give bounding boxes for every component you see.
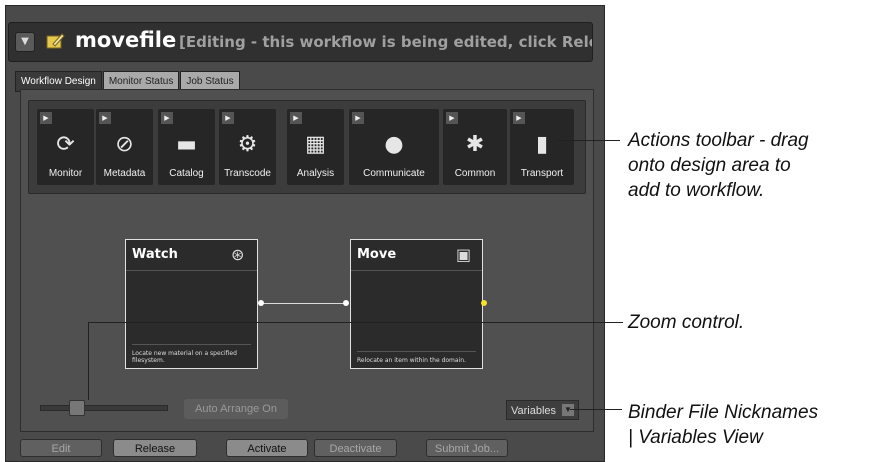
speech-bubble-icon: ● bbox=[384, 132, 404, 157]
action-transcode[interactable]: ▶ ⚙ Transcode bbox=[219, 109, 276, 185]
document-icon: ▮ bbox=[535, 132, 549, 157]
workflow-edit-status: [Editing - this workflow is being edited… bbox=[179, 33, 592, 51]
bottom-action-bar: Edit Release Activate Deactivate Submit … bbox=[8, 436, 600, 458]
callout-text-line: | Variables View bbox=[628, 427, 763, 448]
watch-node[interactable]: Watch ⊛ Locate new material on a specifi… bbox=[125, 239, 258, 369]
callout-text-line: Zoom control. bbox=[628, 312, 745, 333]
callout-text-line: onto design area to bbox=[628, 155, 791, 176]
move-node[interactable]: Move ▣ Relocate an item within the domai… bbox=[350, 239, 483, 369]
zoom-slider-track[interactable] bbox=[40, 405, 168, 411]
workflow-menu-button[interactable]: ▼ bbox=[15, 32, 35, 52]
watch-play-icon: ⊛ bbox=[231, 245, 245, 264]
action-monitor[interactable]: ▶ ⟳ Monitor bbox=[37, 109, 94, 185]
variables-dropdown[interactable]: Variables ▼ bbox=[506, 400, 579, 420]
action-label: Communicate bbox=[363, 168, 425, 179]
workflow-name: movefile bbox=[75, 28, 177, 52]
expand-arrow-icon[interactable]: ▶ bbox=[161, 112, 173, 124]
action-label: Analysis bbox=[296, 168, 335, 179]
submit-job-button[interactable]: Submit Job... bbox=[426, 439, 508, 457]
action-label: Transport bbox=[520, 168, 564, 179]
chevron-down-icon[interactable]: ▼ bbox=[562, 404, 574, 416]
expand-arrow-icon[interactable]: ▶ bbox=[446, 112, 458, 124]
action-communicate[interactable]: ▶ ● Communicate bbox=[349, 109, 439, 185]
activate-button[interactable]: Activate bbox=[226, 439, 308, 457]
expand-arrow-icon[interactable]: ▶ bbox=[99, 112, 111, 124]
callout-text-line: add to workflow. bbox=[628, 180, 765, 201]
action-catalog[interactable]: ▶ ▬ Catalog bbox=[158, 109, 215, 185]
expand-arrow-icon[interactable]: ▶ bbox=[40, 112, 52, 124]
node-title: Watch bbox=[132, 247, 178, 262]
actions-toolbar: ▶ ⟳ Monitor ▶ ⊘ Metadata ▶ ▬ Catalog ▶ ⚙… bbox=[28, 100, 586, 194]
action-label: Transcode bbox=[224, 168, 271, 179]
auto-arrange-button[interactable]: Auto Arrange On bbox=[184, 399, 288, 419]
node-title: Move bbox=[357, 247, 397, 262]
binder-callout-line bbox=[570, 409, 622, 410]
action-label: Metadata bbox=[103, 168, 146, 179]
folder-icon: ▬ bbox=[176, 132, 197, 157]
action-label: Catalog bbox=[169, 168, 204, 179]
node-connector-line bbox=[261, 303, 345, 304]
binder-callout: Binder File Nicknames | Variables View bbox=[628, 400, 818, 450]
variables-label: Variables bbox=[511, 405, 557, 417]
zoom-callout-line-vertical bbox=[88, 322, 89, 400]
move-document-icon: ▣ bbox=[456, 245, 472, 264]
refresh-icon: ⟳ bbox=[56, 132, 75, 157]
action-label: Monitor bbox=[48, 168, 83, 179]
zoom-slider-thumb[interactable] bbox=[69, 400, 85, 416]
callout-text-line: Binder File Nicknames bbox=[628, 402, 819, 423]
callout-text-line: Actions toolbar - drag bbox=[628, 130, 809, 151]
node-description: Locate new material on a specified files… bbox=[132, 344, 251, 364]
action-analysis[interactable]: ▶ ▦ Analysis bbox=[287, 109, 344, 185]
action-label: Common bbox=[454, 168, 496, 179]
tab-bar: Workflow Design Monitor Status Job Status bbox=[15, 69, 241, 92]
puzzle-icon: ✱ bbox=[465, 132, 485, 157]
action-metadata[interactable]: ▶ ⊘ Metadata bbox=[96, 109, 153, 185]
node-description: Relocate an item within the domain. bbox=[357, 351, 476, 364]
expand-arrow-icon[interactable]: ▶ bbox=[513, 112, 525, 124]
edit-button[interactable]: Edit bbox=[20, 439, 102, 457]
move-input-port[interactable] bbox=[343, 300, 349, 306]
move-output-port[interactable] bbox=[481, 300, 487, 306]
toolbar-callout-line bbox=[555, 140, 620, 141]
toolbar-callout: Actions toolbar - drag onto design area … bbox=[628, 128, 809, 203]
zoom-callout-line bbox=[88, 322, 623, 323]
ruler-icon: ▦ bbox=[305, 132, 326, 157]
zoom-callout: Zoom control. bbox=[628, 310, 744, 335]
workflow-title-bar: ▼ movefile [Editing - this workflow is b… bbox=[8, 22, 593, 62]
edit-pencil-icon bbox=[46, 33, 65, 49]
expand-arrow-icon[interactable]: ▶ bbox=[222, 112, 234, 124]
expand-arrow-icon[interactable]: ▶ bbox=[352, 112, 364, 124]
paperclip-icon: ⊘ bbox=[115, 132, 134, 157]
action-transport[interactable]: ▶ ▮ Transport bbox=[510, 109, 574, 185]
watch-output-port[interactable] bbox=[258, 300, 264, 306]
release-button[interactable]: Release bbox=[113, 439, 197, 457]
deactivate-button[interactable]: Deactivate bbox=[314, 439, 397, 457]
gear-icon: ⚙ bbox=[237, 132, 258, 157]
action-common[interactable]: ▶ ✱ Common bbox=[443, 109, 507, 185]
expand-arrow-icon[interactable]: ▶ bbox=[290, 112, 302, 124]
